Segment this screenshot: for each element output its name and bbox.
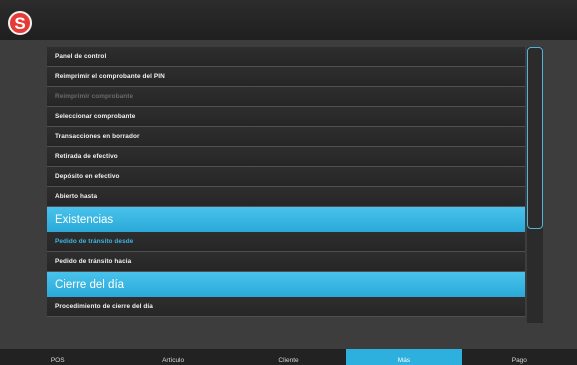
menu-item[interactable]: Procedimiento de cierre del día xyxy=(47,297,525,317)
section-header: Cierre del día xyxy=(47,272,525,297)
tab-mas[interactable]: Más xyxy=(346,349,462,365)
scrollbar[interactable] xyxy=(527,47,543,323)
menu-item[interactable]: Transacciones en borrador xyxy=(47,127,525,147)
app-logo-icon[interactable]: S xyxy=(8,11,32,35)
top-bar: S xyxy=(0,0,577,40)
more-menu-list: Panel de control Reimprimir el comprobant… xyxy=(47,47,525,323)
menu-item[interactable]: Seleccionar comprobante xyxy=(47,107,525,127)
tab-cliente[interactable]: Cliente xyxy=(231,349,346,365)
menu-item[interactable]: Pedido de tránsito hacia xyxy=(47,252,525,272)
menu-item: Reimprimir comprobante xyxy=(47,87,525,107)
menu-item[interactable]: Pedido de tránsito desde xyxy=(47,232,525,252)
bottom-navigation: POS Artículo Cliente Más Pago xyxy=(0,349,577,365)
tab-pos[interactable]: POS xyxy=(0,349,115,365)
menu-item[interactable]: Abierto hasta xyxy=(47,187,525,207)
scrollbar-thumb[interactable] xyxy=(527,47,543,229)
menu-item[interactable]: Retirada de efectivo xyxy=(47,147,525,167)
menu-item[interactable]: Reimprimir el comprobante del PIN xyxy=(47,67,525,87)
menu-item[interactable]: Panel de control xyxy=(47,47,525,67)
tab-pago[interactable]: Pago xyxy=(462,349,577,365)
menu-item[interactable]: Depósito en efectivo xyxy=(47,167,525,187)
section-header: Existencias xyxy=(47,207,525,232)
tab-articulo[interactable]: Artículo xyxy=(115,349,230,365)
